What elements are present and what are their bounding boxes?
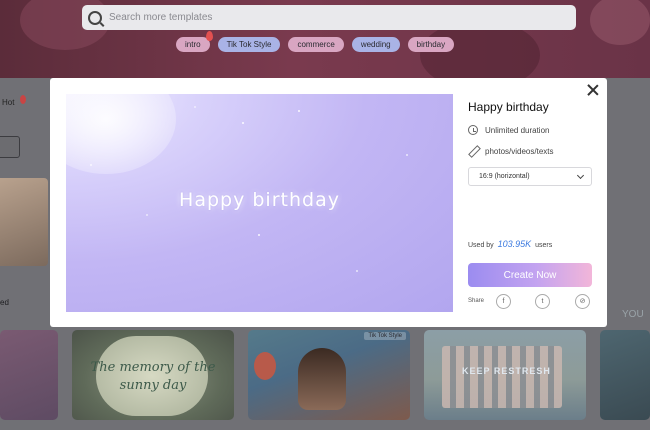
filter-dropdown[interactable] (0, 136, 20, 158)
used-count: 103.95K (497, 239, 532, 249)
template-card-partial[interactable] (600, 330, 650, 420)
flame-icon (206, 31, 213, 41)
used-suffix: users (535, 242, 553, 249)
card-badge: Tik Tok Style (364, 332, 406, 340)
template-card-group[interactable]: KEEP RESTRESH (424, 330, 586, 420)
template-card-tiktok[interactable]: Tik Tok Style (248, 330, 410, 420)
template-thumbnail[interactable] (0, 178, 48, 266)
sidebar-hot-label[interactable]: Hot (2, 98, 14, 107)
sidebar-text: ed (0, 298, 9, 307)
share-label: Share (468, 298, 485, 304)
duration-label: Unlimited duration (485, 125, 550, 135)
template-info-panel: Happy birthday Unlimited duration photos… (468, 78, 596, 327)
used-prefix: Used by (468, 242, 494, 249)
card-text: sunny day (119, 378, 187, 393)
tag-list: intro Tik Tok Style commerce wedding bir… (176, 37, 455, 52)
card-text: YOU (622, 309, 644, 320)
tag-tiktok-style[interactable]: Tik Tok Style (217, 37, 281, 52)
duration-feature: Unlimited duration (468, 125, 549, 135)
portrait-image (298, 348, 346, 410)
hot-flame-icon (20, 95, 26, 104)
aspect-ratio-select[interactable]: 16:9 (horizontal) (468, 167, 592, 186)
template-card-memory[interactable]: The memory of the sunny day (72, 330, 234, 420)
facebook-icon[interactable]: f (496, 294, 511, 309)
light-flare (66, 94, 176, 174)
card-text: KEEP RESTRESH (462, 366, 551, 376)
clock-icon (468, 125, 478, 135)
media-feature: photos/videos/texts (468, 146, 553, 156)
search-icon (88, 10, 102, 25)
template-card[interactable] (0, 330, 58, 420)
template-preview[interactable]: Happy birthday (66, 94, 453, 312)
card-text: The memory of the (90, 360, 216, 375)
template-modal: Happy birthday Happy birthday Unlimited … (50, 78, 607, 327)
tag-commerce[interactable]: commerce (288, 37, 344, 52)
usage-stats: Used by 103.95K users (468, 239, 552, 249)
twitter-icon[interactable]: t (535, 294, 550, 309)
group-photo (442, 346, 562, 408)
media-label: photos/videos/texts (485, 146, 554, 156)
create-now-button[interactable]: Create Now (468, 263, 592, 287)
search-bar[interactable]: Search more templates (82, 5, 576, 30)
chevron-down-icon (576, 171, 585, 180)
aspect-ratio-value: 16:9 (horizontal) (479, 173, 530, 180)
tag-birthday[interactable]: birthday (407, 37, 455, 52)
template-title: Happy birthday (468, 100, 549, 114)
balloon-image (254, 352, 276, 380)
pencil-icon (468, 146, 478, 156)
heart-frame (96, 336, 208, 416)
link-icon[interactable]: ⊘ (575, 294, 590, 309)
search-input[interactable]: Search more templates (109, 12, 212, 23)
tag-wedding[interactable]: wedding (351, 37, 400, 52)
tag-intro[interactable]: intro (176, 37, 210, 52)
preview-title-text: Happy birthday (179, 189, 340, 211)
